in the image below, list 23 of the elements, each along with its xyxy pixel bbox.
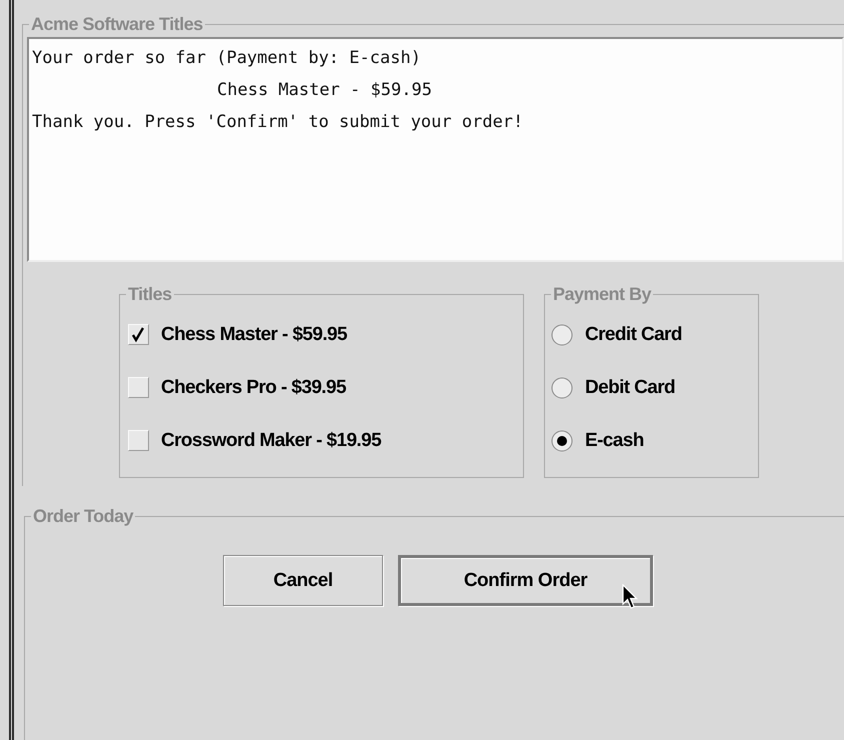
summary-heading: Your order so far (Payment by: E-cash) — [32, 47, 421, 70]
order-summary-box[interactable]: Your order so far (Payment by: E-cash) Chess Master - $59.95 Thank you. Press 'Confirm' to submit your order! — [27, 37, 844, 262]
checkbox[interactable] — [128, 377, 149, 398]
radio-button[interactable] — [551, 430, 573, 452]
group-title: Payment By — [552, 284, 652, 305]
group-title: Order Today — [32, 506, 134, 527]
checkbox-label: Chess Master - $59.95 — [161, 324, 347, 346]
radio-button[interactable] — [551, 324, 573, 346]
radio-button[interactable] — [551, 376, 573, 398]
group-title: Acme Software Titles — [30, 14, 204, 35]
radio-label: Credit Card — [585, 324, 682, 346]
order-item: Chess Master - $59.95 — [217, 79, 432, 102]
radio-label: E-cash — [585, 430, 644, 452]
dialog-button[interactable]: Confirm Order — [398, 555, 653, 606]
checkbox-label: Crossword Maker - $19.95 — [161, 430, 382, 452]
radio-label: Debit Card — [585, 376, 676, 398]
summary-message: Thank you. Press 'Confirm' to submit your order! — [32, 111, 524, 134]
checkbox[interactable] — [128, 324, 149, 345]
group-title: Titles — [127, 284, 173, 305]
checkbox-label: Checkers Pro - $39.95 — [161, 376, 346, 398]
checkbox[interactable] — [128, 430, 149, 451]
dialog-button[interactable]: Cancel — [223, 555, 383, 606]
pointer-icon — [622, 584, 638, 610]
